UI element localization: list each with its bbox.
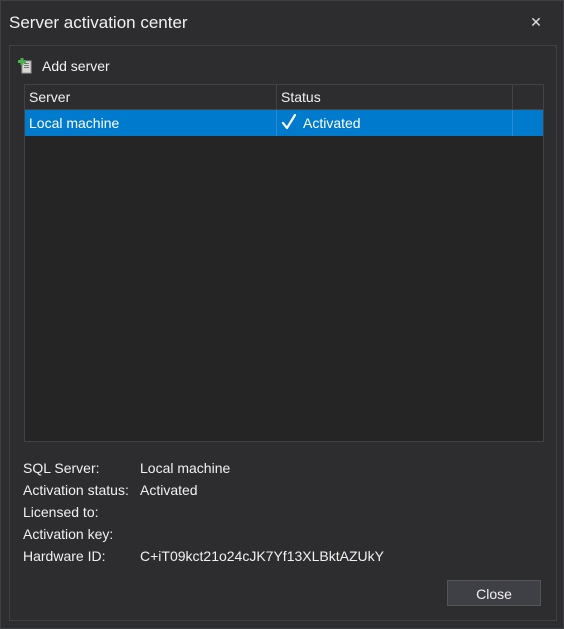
server-activation-dialog: Server activation center ✕ Add server Se… xyxy=(0,0,564,629)
server-cell: Local machine xyxy=(25,110,277,136)
title-bar: Server activation center ✕ xyxy=(1,1,563,45)
dialog-content: Add server Server Status Local machine A… xyxy=(9,45,557,621)
close-icon[interactable]: ✕ xyxy=(523,9,549,35)
server-grid[interactable]: Server Status Local machine Activated xyxy=(24,84,544,442)
activation-status-label: Activation status: xyxy=(23,482,129,498)
sql-server-value: Local machine xyxy=(140,460,231,476)
window-title: Server activation center xyxy=(9,13,188,32)
add-server-label: Add server xyxy=(42,58,110,74)
activation-status-value: Activated xyxy=(140,482,198,498)
detail-row-activation-key: Activation key: xyxy=(23,526,543,544)
checkmark-icon xyxy=(281,114,297,130)
detail-row-activation-status: Activation status: Activated xyxy=(23,482,543,500)
hardware-id-value: C+iT09kct21o24cJK7Yf13XLBktAZUkY xyxy=(140,548,384,564)
column-header-server[interactable]: Server xyxy=(25,85,277,109)
licensed-to-label: Licensed to: xyxy=(23,504,99,520)
add-server-icon xyxy=(18,58,32,74)
status-text: Activated xyxy=(303,115,361,131)
hardware-id-label: Hardware ID: xyxy=(23,548,106,564)
detail-row-hardware-id: Hardware ID: C+iT09kct21o24cJK7Yf13XLBkt… xyxy=(23,548,543,566)
detail-row-licensed-to: Licensed to: xyxy=(23,504,543,522)
table-row[interactable]: Local machine Activated xyxy=(25,110,543,136)
grid-header: Server Status xyxy=(25,85,543,110)
column-header-status[interactable]: Status xyxy=(277,85,513,109)
column-header-filler xyxy=(513,85,543,109)
filler-cell xyxy=(513,110,543,136)
sql-server-label: SQL Server: xyxy=(23,460,100,476)
status-cell: Activated xyxy=(277,110,513,136)
activation-key-label: Activation key: xyxy=(23,526,114,542)
detail-row-sql-server: SQL Server: Local machine xyxy=(23,460,543,478)
add-server-button[interactable]: Add server xyxy=(18,56,110,76)
close-button[interactable]: Close xyxy=(447,580,541,606)
